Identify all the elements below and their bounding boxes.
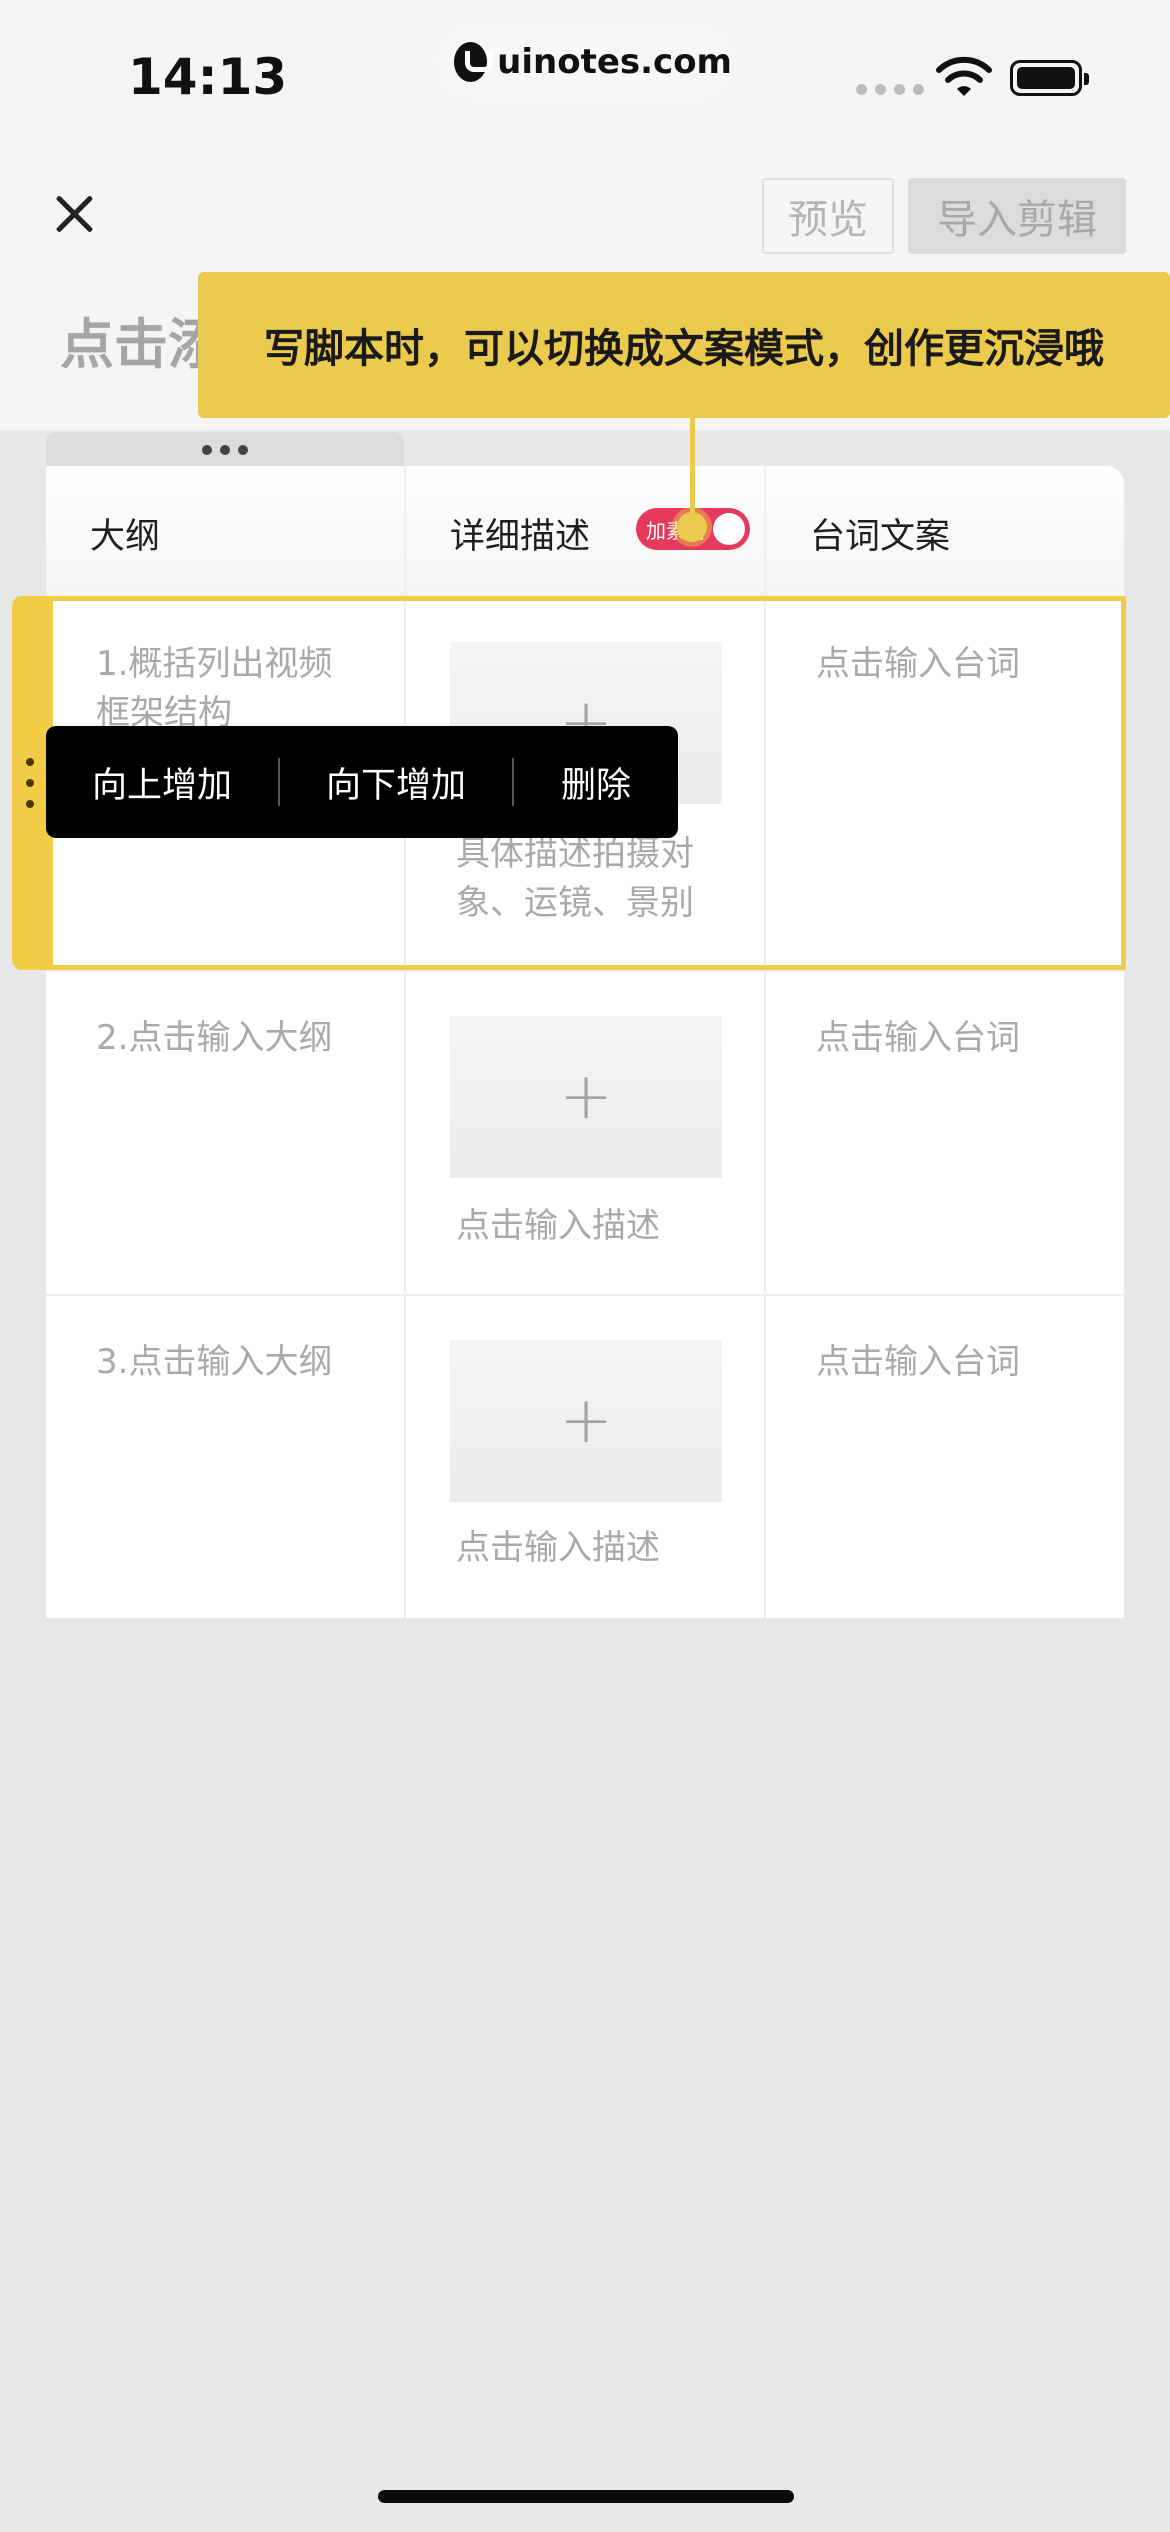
script-cell[interactable]: 点击输入台词 — [816, 1014, 1020, 1063]
import-edit-button[interactable]: 导入剪辑 — [908, 178, 1126, 254]
column-header-description: 详细描述 — [450, 517, 591, 557]
url-pill[interactable]: uinotes.com — [438, 26, 732, 98]
row-divider — [46, 970, 1124, 972]
url-text: uinotes.com — [497, 42, 732, 82]
close-icon[interactable] — [48, 188, 102, 242]
battery-icon — [1010, 60, 1089, 96]
add-above-menu-item[interactable]: 向上增加 — [46, 726, 278, 838]
description-cell[interactable]: 点击输入描述 — [456, 1524, 660, 1573]
add-media-button[interactable]: + — [450, 1016, 722, 1178]
tooltip-pointer — [690, 418, 695, 524]
delete-menu-item[interactable]: 删除 — [514, 726, 678, 838]
row-divider — [46, 1294, 1124, 1296]
wifi-icon — [936, 56, 992, 96]
site-logo-icon — [454, 42, 494, 82]
row-context-menu: 向上增加 向下增加 删除 — [46, 726, 678, 838]
signal-dots-icon — [856, 84, 924, 95]
plus-icon: + — [559, 1384, 613, 1458]
column-header-script: 台词文案 — [810, 517, 951, 557]
table-drag-handle[interactable] — [46, 432, 404, 468]
drag-grip-icon[interactable] — [22, 758, 38, 808]
column-header-outline: 大纲 — [90, 517, 161, 557]
plus-icon: + — [559, 1060, 613, 1134]
mode-tip-tooltip: 写脚本时，可以切换成文案模式，创作更沉浸哦 — [198, 272, 1170, 418]
status-time: 14:13 — [128, 48, 288, 106]
outline-cell[interactable]: 2.点击输入大纲 — [96, 1014, 332, 1063]
description-cell[interactable]: 点击输入描述 — [456, 1202, 660, 1251]
outline-cell[interactable]: 3.点击输入大纲 — [96, 1338, 332, 1387]
tooltip-target-dot — [677, 512, 707, 542]
add-media-button[interactable]: + — [450, 1340, 722, 1502]
home-indicator[interactable] — [378, 2490, 794, 2503]
preview-button[interactable]: 预览 — [762, 178, 894, 254]
add-below-menu-item[interactable]: 向下增加 — [280, 726, 512, 838]
script-cell[interactable]: 点击输入台词 — [816, 1338, 1020, 1387]
toggle-knob — [713, 513, 745, 545]
